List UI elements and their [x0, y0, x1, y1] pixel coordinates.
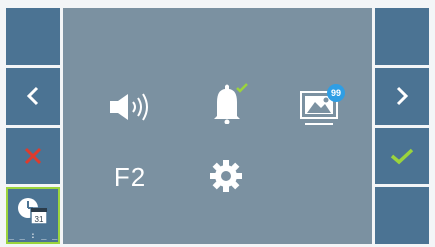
- f2-label: F2: [113, 161, 147, 192]
- volume-menu-item[interactable]: [101, 90, 161, 124]
- f2-menu-item[interactable]: F2: [105, 160, 155, 194]
- settings-menu-item[interactable]: [203, 156, 249, 196]
- previous-button[interactable]: [6, 67, 60, 125]
- right-button-bar: [375, 8, 429, 244]
- gallery-menu-item[interactable]: 99: [291, 78, 347, 132]
- datetime-button[interactable]: 31 _ _ : _ _: [6, 187, 60, 244]
- menu-panel: 99 F2: [63, 8, 372, 244]
- gear-icon: [210, 160, 242, 192]
- clock-calendar-icon: 31: [18, 197, 48, 225]
- left-blank-button[interactable]: [6, 8, 60, 65]
- chevron-left-icon: [26, 87, 39, 106]
- right-blank-button-bottom[interactable]: [375, 187, 429, 244]
- bell-icon: [214, 83, 248, 124]
- monitor-screen: 31 _ _ : _ _ 99 F2: [0, 0, 435, 247]
- next-button[interactable]: [375, 67, 429, 125]
- confirm-button[interactable]: [375, 127, 429, 185]
- chevron-right-icon: [396, 87, 409, 106]
- right-blank-button-top[interactable]: [375, 8, 429, 65]
- close-icon: [24, 147, 42, 164]
- time-placeholder: _ _ : _ _: [8, 231, 58, 241]
- speaker-volume-icon: [110, 93, 148, 121]
- left-button-bar: 31 _ _ : _ _: [6, 8, 60, 244]
- cancel-button[interactable]: [6, 127, 60, 185]
- bell-menu-item[interactable]: [203, 80, 253, 126]
- calendar-day: 31: [35, 215, 44, 224]
- check-icon: [390, 148, 414, 165]
- gallery-count-badge: 99: [327, 84, 345, 102]
